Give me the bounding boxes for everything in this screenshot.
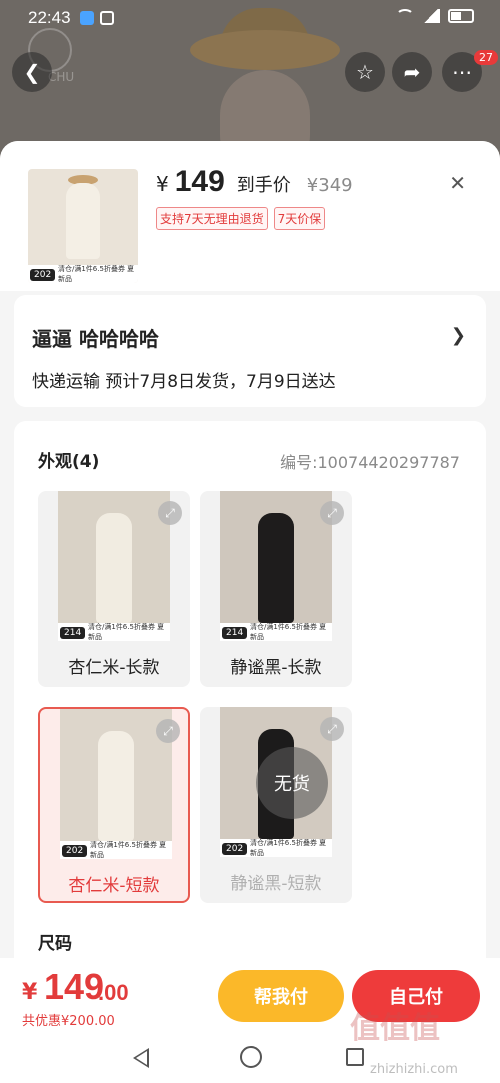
variant-option[interactable]: 清仓/满1件6.5折叠券 夏新品 214 ⤢ 杏仁米-长款 [38, 491, 190, 687]
variant-label: 杏仁米-长款 [68, 657, 160, 678]
size-title: 尺码 [38, 934, 72, 954]
total-price-decimal: .00 [98, 980, 129, 1005]
expand-icon[interactable]: ⤢ [320, 717, 344, 741]
sku-sheet: 清仓/满1件6.5折叠券 夏新品 202 ¥ 149 到手价 ¥349 ✕ 支持… [0, 141, 500, 961]
star-icon: ☆ [356, 60, 374, 84]
variant-image: 清仓/满1件6.5折叠券 夏新品 202 无货 [220, 707, 332, 857]
shield-icon [80, 11, 94, 25]
variant-tag: 202 [62, 845, 88, 857]
variant-label: 静谧黑-短款 [230, 873, 322, 894]
product-thumbnail[interactable]: 清仓/满1件6.5折叠券 夏新品 202 [28, 169, 138, 283]
chevron-left-icon: ❮ [23, 60, 41, 84]
battery-icon [448, 9, 474, 23]
original-price: ¥349 [306, 175, 353, 196]
nav-home-icon[interactable] [240, 1046, 262, 1068]
expand-icon[interactable]: ⤢ [158, 501, 182, 525]
appearance-title: 外观(4) [38, 452, 100, 472]
address-name: 逼逼 哈哈哈哈 [32, 327, 159, 351]
share-icon: ➦ [403, 60, 421, 84]
variant-dress [98, 731, 134, 841]
watermark-url: zhizhizhi.com [370, 1062, 458, 1077]
variant-tag: 214 [222, 627, 248, 639]
variant-tag: 202 [222, 843, 248, 855]
watermark-logo: 值值值 [350, 1011, 440, 1046]
expand-icon[interactable]: ⤢ [320, 501, 344, 525]
favorite-button[interactable]: ☆ [345, 52, 385, 92]
discount-text: 共优惠¥200.00 [22, 1014, 115, 1029]
variant-option[interactable]: 清仓/满1件6.5折叠券 夏新品 202 无货 ⤢ 静谧黑-短款 [200, 707, 352, 903]
price-value: 149 [174, 165, 225, 198]
expand-icon[interactable]: ⤢ [156, 719, 180, 743]
notification-badge: 27 [474, 50, 498, 65]
thumb-tag: 202 [30, 269, 56, 281]
variant-tag: 214 [60, 627, 86, 639]
variant-image: 清仓/满1件6.5折叠券 夏新品 214 [220, 491, 332, 641]
price-suffix: 到手价 [236, 175, 291, 196]
close-button[interactable]: ✕ [449, 171, 466, 195]
price-row: ¥ 149 到手价 ¥349 [156, 165, 353, 199]
thumb-dress [66, 183, 100, 259]
back-button[interactable]: ❮ [12, 52, 52, 92]
total-price: 149 [44, 966, 105, 1007]
address-card[interactable]: 逼逼 哈哈哈哈 ❯ 快递运输 预计7月8日发货，7月9日送达 [14, 295, 486, 407]
variant-dress [96, 513, 132, 623]
status-bar: 22:43 [0, 0, 500, 36]
chip-price-protect: 7天价保 [273, 207, 326, 230]
shipping-info: 快递运输 预计7月8日发货，7月9日送达 [32, 372, 336, 392]
variant-dress [258, 513, 294, 623]
nav-back-icon[interactable] [133, 1048, 149, 1068]
variant-image: 清仓/满1件6.5折叠券 夏新品 214 [58, 491, 170, 641]
chevron-right-icon: ❯ [450, 325, 466, 346]
price-currency: ¥ [156, 172, 169, 196]
wifi-icon [396, 9, 414, 23]
total-currency: ¥ [22, 980, 38, 1005]
soldout-badge: 无货 [256, 747, 328, 819]
share-button[interactable]: ➦ [392, 52, 432, 92]
options-card: 外观(4) 编号:10074420297787 清仓/满1件6.5折叠券 夏新品… [14, 421, 486, 961]
help-pay-button[interactable]: 帮我付 [218, 970, 344, 1022]
variant-option[interactable]: 清仓/满1件6.5折叠券 夏新品 214 ⤢ 静谧黑-长款 [200, 491, 352, 687]
variant-label: 杏仁米-短款 [68, 875, 160, 896]
chip-return: 支持7天无理由退货 [156, 207, 268, 230]
service-chips: 支持7天无理由退货 7天价保 [156, 207, 326, 230]
signal-icon [422, 9, 440, 23]
variant-option[interactable]: 清仓/满1件6.5折叠券 夏新品 202 ⤢ 杏仁米-短款 [38, 707, 190, 903]
more-icon: ⋯ [452, 60, 472, 84]
sku-number: 编号:10074420297787 [280, 453, 460, 472]
sheet-header: 清仓/满1件6.5折叠券 夏新品 202 ¥ 149 到手价 ¥349 ✕ 支持… [0, 141, 500, 291]
nav-recent-icon[interactable] [346, 1048, 364, 1066]
variant-label: 静谧黑-长款 [230, 657, 322, 678]
close-icon: ✕ [449, 171, 466, 195]
app-icon [100, 11, 114, 25]
hat-brim [190, 30, 340, 70]
status-time: 22:43 [28, 8, 71, 27]
